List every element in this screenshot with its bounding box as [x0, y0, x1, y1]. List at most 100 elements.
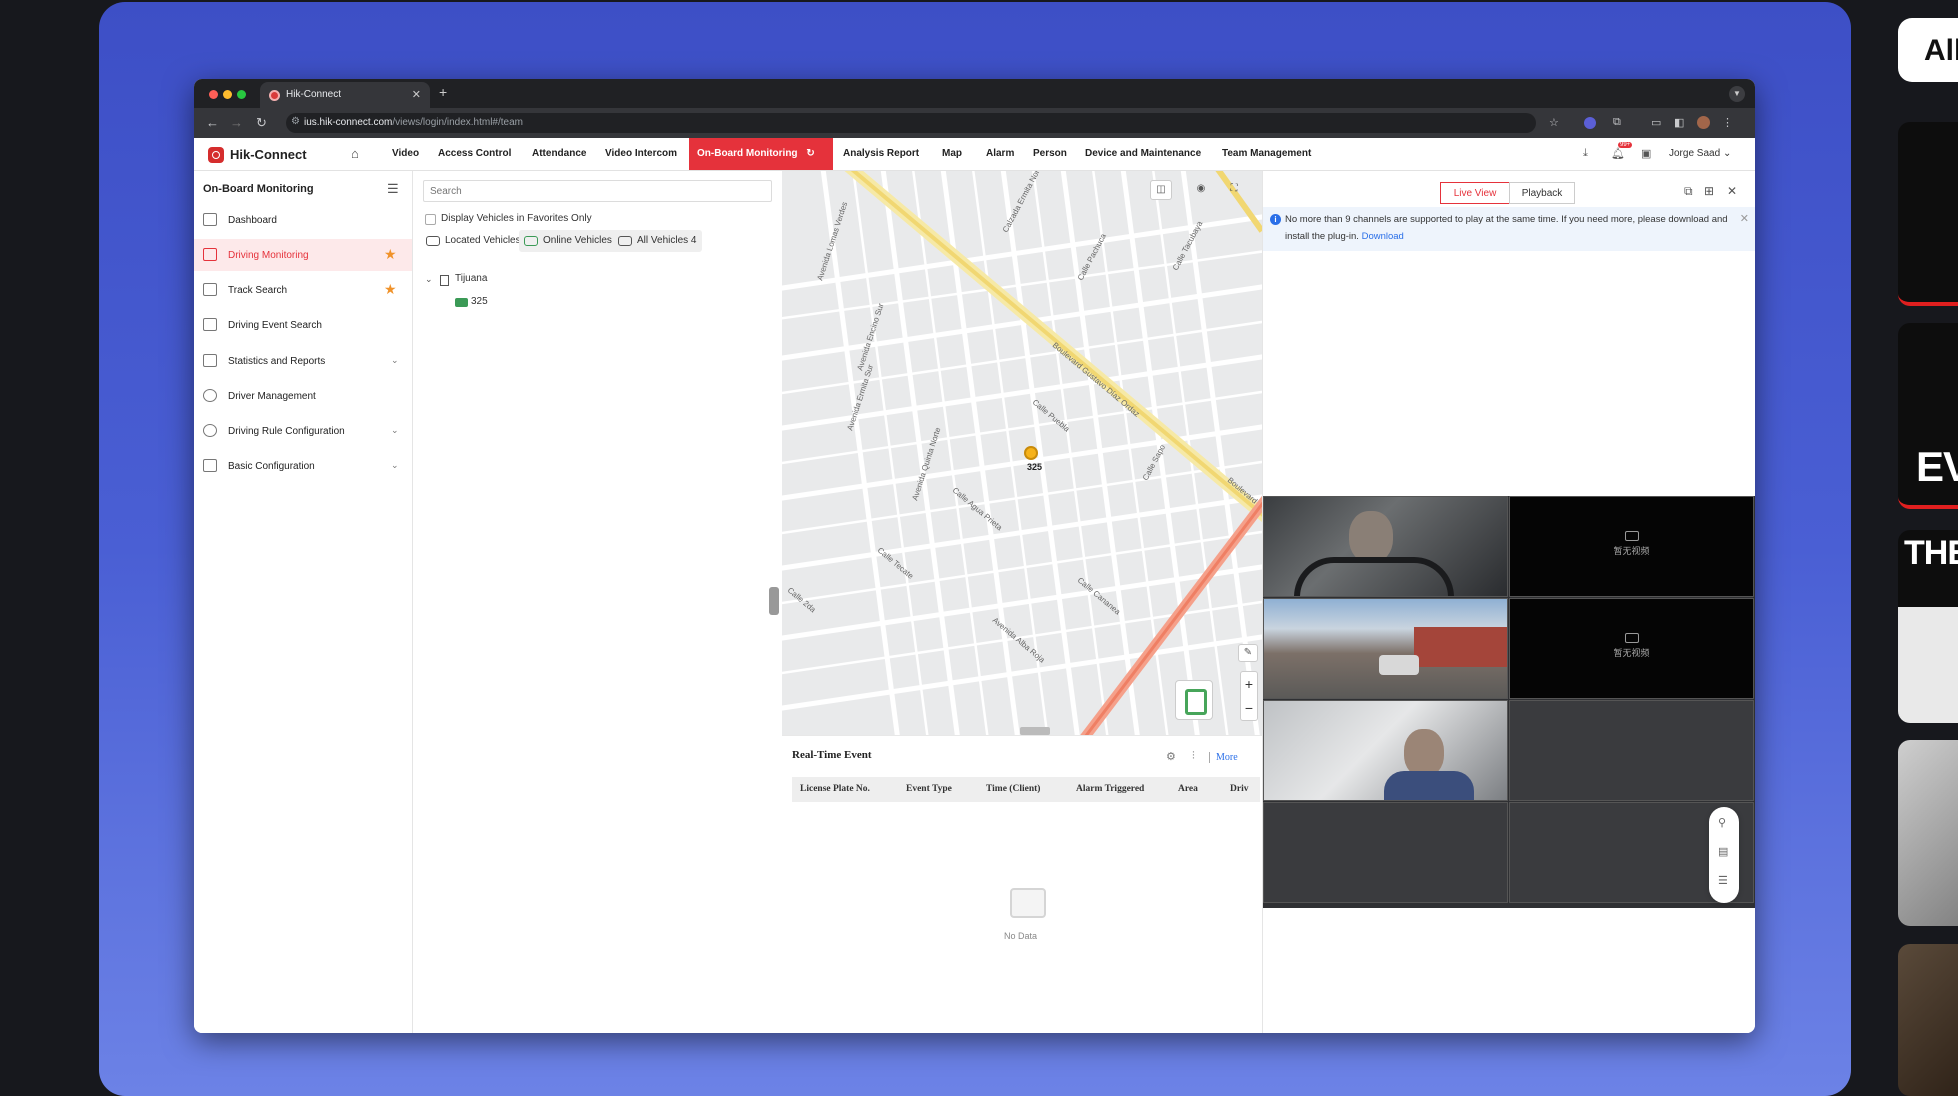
filter-online-vehicles[interactable]: Online Vehicles 1: [519, 230, 627, 252]
map-type-switch[interactable]: [1175, 680, 1213, 720]
settings-gear-icon[interactable]: ⚙: [1166, 750, 1176, 763]
filter-chip-all[interactable]: All: [1898, 18, 1958, 82]
video-thumbnail[interactable]: [1898, 740, 1958, 926]
bell-icon[interactable]: 🔔︎: [1611, 147, 1625, 160]
download-plugin-link[interactable]: Download: [1362, 231, 1404, 242]
minimize-window-icon[interactable]: [223, 90, 232, 99]
menu-alarm[interactable]: Alarm: [986, 148, 1014, 159]
grid-layout-icon[interactable]: ⊞: [1704, 184, 1714, 198]
video-tile-empty[interactable]: 暂无视频: [1509, 496, 1754, 597]
sidebar-item-basic-configuration[interactable]: Basic Configuration ⌄: [194, 450, 412, 482]
map-view[interactable]: Calzada Ermita Norte Boulevard Gustavo D…: [782, 171, 1262, 735]
zoom-out-icon[interactable]: −: [1241, 696, 1257, 720]
tab-live-view[interactable]: Live View: [1440, 182, 1510, 204]
favorite-star-icon[interactable]: ★: [384, 246, 397, 263]
video-tile-empty[interactable]: 暂无视频: [1509, 598, 1754, 699]
profile-avatar[interactable]: [1697, 116, 1710, 129]
sidebar-item-driving-event-search[interactable]: Driving Event Search: [194, 309, 412, 341]
maximize-window-icon[interactable]: [237, 90, 246, 99]
home-icon[interactable]: ⌂: [351, 146, 359, 161]
column-header[interactable]: Time (Client): [986, 784, 1040, 794]
window-mode-icon[interactable]: ⧉: [1684, 184, 1693, 199]
url-field[interactable]: ⚙ ius.hik-connect.com/views/login/index.h…: [286, 113, 1536, 133]
sidebar-item-statistics-reports[interactable]: Statistics and Reports ⌄: [194, 345, 412, 377]
browser-tab[interactable]: Hik-Connect ✕: [260, 82, 430, 108]
collapse-sidebar-icon[interactable]: ☰: [387, 181, 399, 197]
fullscreen-icon[interactable]: ⛶: [1223, 180, 1245, 200]
sidebar-item-driving-rule-configuration[interactable]: Driving Rule Configuration ⌄: [194, 415, 412, 447]
vehicle-search-input[interactable]: [423, 180, 772, 202]
forward-icon[interactable]: →: [230, 115, 243, 130]
favorite-star-icon[interactable]: ★: [384, 281, 397, 298]
sidebar-item-dashboard[interactable]: Dashboard: [194, 204, 412, 236]
video-thumbnail[interactable]: EVI: [1898, 323, 1958, 509]
menu-map[interactable]: Map: [942, 148, 962, 159]
sidebar-item-driving-monitoring[interactable]: Driving Monitoring ★: [194, 239, 412, 271]
no-video-label: 暂无视频: [1613, 546, 1650, 556]
close-window-icon[interactable]: [209, 90, 218, 99]
video-tile-empty[interactable]: [1263, 802, 1508, 903]
menu-attendance[interactable]: Attendance: [532, 148, 586, 159]
list-icon[interactable]: ☰: [1718, 874, 1728, 887]
new-tab-icon[interactable]: +: [439, 84, 447, 100]
column-filter-icon[interactable]: ⫶: [1192, 750, 1195, 763]
download-icon[interactable]: ⤓: [1583, 147, 1588, 160]
vehicle-marker-label: 325: [1027, 462, 1043, 472]
column-header[interactable]: Event Type: [906, 784, 952, 794]
filter-all-vehicles[interactable]: All Vehicles 4: [613, 230, 703, 252]
video-tile-driver-cam[interactable]: [1263, 496, 1508, 597]
sidebar-item-driver-management[interactable]: Driver Management: [194, 380, 412, 412]
ptz-icon[interactable]: ⚲: [1718, 816, 1726, 829]
video-thumbnail[interactable]: THE: [1898, 530, 1958, 723]
video-thumbnail[interactable]: [1898, 944, 1958, 1096]
extensions-puzzle-icon[interactable]: ⧉: [1613, 116, 1621, 129]
collapse-map-handle[interactable]: [1020, 727, 1050, 735]
column-header[interactable]: Area: [1178, 784, 1198, 794]
map-tool-icon[interactable]: ✎: [1238, 644, 1258, 662]
reload-icon[interactable]: ↻: [256, 115, 267, 131]
tree-node-org[interactable]: Tijuana: [455, 273, 487, 284]
video-thumbnail[interactable]: [1898, 122, 1958, 306]
capture-icon[interactable]: ▤: [1718, 845, 1728, 858]
vehicle-marker-icon[interactable]: [1024, 446, 1038, 460]
menu-video[interactable]: Video: [392, 148, 419, 159]
close-icon[interactable]: ✕: [1727, 184, 1737, 198]
tab-playback[interactable]: Playback: [1509, 182, 1575, 204]
tab-search-icon[interactable]: ▼: [1729, 86, 1745, 102]
chevron-down-icon[interactable]: ⌄: [425, 274, 433, 285]
column-header[interactable]: License Plate No.: [800, 784, 870, 794]
user-menu[interactable]: Jorge Saad ⌄: [1669, 148, 1731, 159]
sidebar-item-track-search[interactable]: Track Search ★: [194, 274, 412, 306]
menu-video-intercom[interactable]: Video Intercom: [605, 148, 677, 159]
panel-resize-handle[interactable]: [769, 587, 779, 615]
column-header[interactable]: Driv: [1230, 784, 1248, 794]
tree-node-vehicle[interactable]: 325: [471, 296, 488, 307]
menu-device-maintenance[interactable]: Device and Maintenance: [1085, 148, 1201, 159]
video-tile-road-cam[interactable]: [1263, 598, 1508, 699]
site-settings-icon[interactable]: ⚙: [291, 116, 300, 127]
task-icon[interactable]: ▣: [1641, 147, 1651, 160]
cast-icon[interactable]: ▭: [1651, 116, 1661, 129]
menu-on-board-monitoring[interactable]: On-Board Monitoring ↻: [689, 138, 833, 170]
browser-menu-icon[interactable]: ⋮: [1722, 116, 1733, 129]
bookmark-star-icon[interactable]: ☆: [1549, 116, 1559, 129]
vehicle-icon: [426, 236, 440, 246]
close-notice-icon[interactable]: ✕: [1740, 211, 1749, 228]
menu-analysis-report[interactable]: Analysis Report: [843, 148, 919, 159]
eye-icon[interactable]: ◉: [1190, 180, 1212, 200]
layer-select-icon[interactable]: ◫: [1150, 180, 1172, 200]
favorites-only-checkbox[interactable]: [425, 214, 436, 225]
menu-person[interactable]: Person: [1033, 148, 1067, 159]
video-tile-cabin-cam[interactable]: [1263, 700, 1508, 801]
more-link[interactable]: More: [1216, 752, 1238, 763]
filter-located-vehicles[interactable]: Located Vehicles 1: [421, 230, 535, 252]
menu-team-management[interactable]: Team Management: [1222, 148, 1311, 159]
close-tab-icon[interactable]: ✕: [412, 88, 421, 101]
side-panel-icon[interactable]: ◧: [1674, 116, 1684, 129]
column-header[interactable]: Alarm Triggered: [1076, 784, 1144, 794]
back-icon[interactable]: ←: [206, 115, 219, 130]
menu-access-control[interactable]: Access Control: [438, 148, 511, 159]
zoom-in-icon[interactable]: +: [1241, 672, 1257, 696]
extension-icon[interactable]: [1584, 117, 1596, 129]
video-tile-empty[interactable]: [1509, 700, 1754, 801]
